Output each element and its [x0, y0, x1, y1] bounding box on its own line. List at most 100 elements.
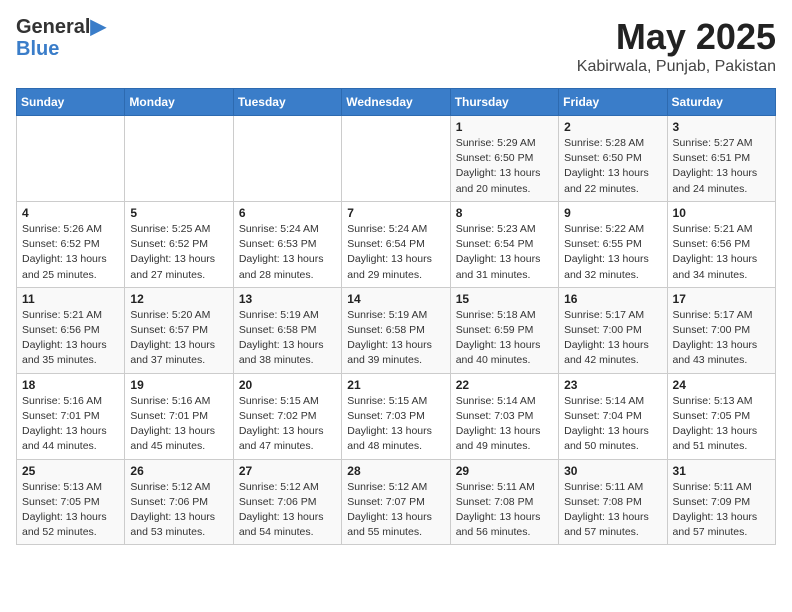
logo: General▶ Blue — [16, 16, 106, 60]
day-number: 5 — [130, 206, 227, 220]
weekday-header-thursday: Thursday — [450, 89, 558, 116]
day-detail: Sunrise: 5:27 AM Sunset: 6:51 PM Dayligh… — [673, 136, 770, 197]
day-detail: Sunrise: 5:29 AM Sunset: 6:50 PM Dayligh… — [456, 136, 553, 197]
calendar-cell: 13Sunrise: 5:19 AM Sunset: 6:58 PM Dayli… — [233, 287, 341, 373]
calendar-cell: 19 Sunrise: 5:16 AM Sunset: 7:01 PM Dayli… — [125, 373, 233, 459]
calendar-week-2: 4 Sunrise: 5:26 AM Sunset: 6:52 PM Daylig… — [17, 201, 776, 287]
day-number: 28 — [347, 464, 444, 478]
day-number: 6 — [239, 206, 336, 220]
calendar-cell — [125, 116, 233, 202]
calendar-cell: 5 Sunrise: 5:25 AM Sunset: 6:52 PM Daylig… — [125, 201, 233, 287]
calendar-cell — [233, 116, 341, 202]
day-detail: Sunrise: 5:14 AM Sunset: 7:03 PM Dayligh… — [456, 394, 553, 455]
calendar-week-3: 11Sunrise: 5:21 AM Sunset: 6:56 PM Dayli… — [17, 287, 776, 373]
calendar-cell — [17, 116, 125, 202]
day-number: 29 — [456, 464, 553, 478]
calendar-cell: 12 Sunrise: 5:20 AM Sunset: 6:57 PM Dayli… — [125, 287, 233, 373]
day-detail: Sunrise: 5:26 AM Sunset: 6:52 PM Dayligh… — [22, 222, 119, 283]
day-number: 2 — [564, 120, 661, 134]
day-number: 9 — [564, 206, 661, 220]
weekday-header-sunday: Sunday — [17, 89, 125, 116]
calendar-cell: 18 Sunrise: 5:16 AM Sunset: 7:01 PM Dayli… — [17, 373, 125, 459]
day-number: 21 — [347, 378, 444, 392]
day-detail: Sunrise: 5:13 AM Sunset: 7:05 PM Dayligh… — [673, 394, 770, 455]
day-detail: Sunrise: 5:21 AM Sunset: 6:56 PM Dayligh… — [22, 308, 119, 369]
day-number: 7 — [347, 206, 444, 220]
calendar-cell: 10Sunrise: 5:21 AM Sunset: 6:56 PM Dayli… — [667, 201, 775, 287]
day-detail: Sunrise: 5:15 AM Sunset: 7:03 PM Dayligh… — [347, 394, 444, 455]
calendar-cell: 21 Sunrise: 5:15 AM Sunset: 7:03 PM Dayli… — [342, 373, 450, 459]
day-detail: Sunrise: 5:24 AM Sunset: 6:54 PM Dayligh… — [347, 222, 444, 283]
day-detail: Sunrise: 5:13 AM Sunset: 7:05 PM Dayligh… — [22, 480, 119, 541]
day-number: 12 — [130, 292, 227, 306]
weekday-header-monday: Monday — [125, 89, 233, 116]
day-number: 4 — [22, 206, 119, 220]
day-detail: Sunrise: 5:20 AM Sunset: 6:57 PM Dayligh… — [130, 308, 227, 369]
day-number: 30 — [564, 464, 661, 478]
calendar-cell: 25Sunrise: 5:13 AM Sunset: 7:05 PM Dayli… — [17, 459, 125, 545]
calendar-cell: 20 Sunrise: 5:15 AM Sunset: 7:02 PM Dayli… — [233, 373, 341, 459]
calendar-cell: 30 Sunrise: 5:11 AM Sunset: 7:08 PM Dayli… — [559, 459, 667, 545]
weekday-header-saturday: Saturday — [667, 89, 775, 116]
calendar-cell: 11Sunrise: 5:21 AM Sunset: 6:56 PM Dayli… — [17, 287, 125, 373]
day-detail: Sunrise: 5:24 AM Sunset: 6:53 PM Dayligh… — [239, 222, 336, 283]
day-detail: Sunrise: 5:17 AM Sunset: 7:00 PM Dayligh… — [564, 308, 661, 369]
day-detail: Sunrise: 5:18 AM Sunset: 6:59 PM Dayligh… — [456, 308, 553, 369]
logo-line1: General▶ — [16, 16, 106, 38]
calendar-title: May 2025 — [577, 16, 776, 58]
weekday-header-friday: Friday — [559, 89, 667, 116]
day-detail: Sunrise: 5:16 AM Sunset: 7:01 PM Dayligh… — [130, 394, 227, 455]
calendar-cell: 9 Sunrise: 5:22 AM Sunset: 6:55 PM Daylig… — [559, 201, 667, 287]
calendar-cell: 2 Sunrise: 5:28 AM Sunset: 6:50 PM Daylig… — [559, 116, 667, 202]
day-number: 19 — [130, 378, 227, 392]
calendar-week-1: 1 Sunrise: 5:29 AM Sunset: 6:50 PM Daylig… — [17, 116, 776, 202]
calendar-cell: 14 Sunrise: 5:19 AM Sunset: 6:58 PM Dayli… — [342, 287, 450, 373]
day-detail: Sunrise: 5:21 AM Sunset: 6:56 PM Dayligh… — [673, 222, 770, 283]
title-block: May 2025 Kabirwala, Punjab, Pakistan — [577, 16, 776, 76]
calendar-cell: 6 Sunrise: 5:24 AM Sunset: 6:53 PM Daylig… — [233, 201, 341, 287]
calendar-cell: 3 Sunrise: 5:27 AM Sunset: 6:51 PM Daylig… — [667, 116, 775, 202]
day-number: 8 — [456, 206, 553, 220]
day-detail: Sunrise: 5:12 AM Sunset: 7:06 PM Dayligh… — [130, 480, 227, 541]
calendar-cell: 27 Sunrise: 5:12 AM Sunset: 7:06 PM Dayli… — [233, 459, 341, 545]
day-number: 17 — [673, 292, 770, 306]
day-detail: Sunrise: 5:11 AM Sunset: 7:09 PM Dayligh… — [673, 480, 770, 541]
calendar-cell: 16 Sunrise: 5:17 AM Sunset: 7:00 PM Dayli… — [559, 287, 667, 373]
calendar-cell: 28Sunrise: 5:12 AM Sunset: 7:07 PM Dayli… — [342, 459, 450, 545]
day-number: 18 — [22, 378, 119, 392]
calendar-cell — [342, 116, 450, 202]
calendar-cell: 7 Sunrise: 5:24 AM Sunset: 6:54 PM Daylig… — [342, 201, 450, 287]
day-detail: Sunrise: 5:16 AM Sunset: 7:01 PM Dayligh… — [22, 394, 119, 455]
day-detail: Sunrise: 5:22 AM Sunset: 6:55 PM Dayligh… — [564, 222, 661, 283]
day-number: 15 — [456, 292, 553, 306]
day-detail: Sunrise: 5:17 AM Sunset: 7:00 PM Dayligh… — [673, 308, 770, 369]
day-number: 1 — [456, 120, 553, 134]
day-detail: Sunrise: 5:25 AM Sunset: 6:52 PM Dayligh… — [130, 222, 227, 283]
day-number: 14 — [347, 292, 444, 306]
calendar-table: SundayMondayTuesdayWednesdayThursdayFrid… — [16, 88, 776, 545]
day-detail: Sunrise: 5:12 AM Sunset: 7:06 PM Dayligh… — [239, 480, 336, 541]
day-number: 22 — [456, 378, 553, 392]
day-detail: Sunrise: 5:28 AM Sunset: 6:50 PM Dayligh… — [564, 136, 661, 197]
day-number: 13 — [239, 292, 336, 306]
calendar-cell: 1 Sunrise: 5:29 AM Sunset: 6:50 PM Daylig… — [450, 116, 558, 202]
day-number: 26 — [130, 464, 227, 478]
calendar-cell: 31Sunrise: 5:11 AM Sunset: 7:09 PM Dayli… — [667, 459, 775, 545]
day-number: 27 — [239, 464, 336, 478]
calendar-week-4: 18 Sunrise: 5:16 AM Sunset: 7:01 PM Dayli… — [17, 373, 776, 459]
day-number: 16 — [564, 292, 661, 306]
page-header: General▶ Blue May 2025 Kabirwala, Punjab… — [16, 16, 776, 76]
calendar-cell: 4 Sunrise: 5:26 AM Sunset: 6:52 PM Daylig… — [17, 201, 125, 287]
day-number: 3 — [673, 120, 770, 134]
day-number: 20 — [239, 378, 336, 392]
day-detail: Sunrise: 5:19 AM Sunset: 6:58 PM Dayligh… — [347, 308, 444, 369]
calendar-cell: 24Sunrise: 5:13 AM Sunset: 7:05 PM Dayli… — [667, 373, 775, 459]
calendar-cell: 22 Sunrise: 5:14 AM Sunset: 7:03 PM Dayli… — [450, 373, 558, 459]
day-detail: Sunrise: 5:11 AM Sunset: 7:08 PM Dayligh… — [456, 480, 553, 541]
calendar-cell: 23Sunrise: 5:14 AM Sunset: 7:04 PM Dayli… — [559, 373, 667, 459]
day-detail: Sunrise: 5:11 AM Sunset: 7:08 PM Dayligh… — [564, 480, 661, 541]
day-detail: Sunrise: 5:15 AM Sunset: 7:02 PM Dayligh… — [239, 394, 336, 455]
weekday-header-tuesday: Tuesday — [233, 89, 341, 116]
calendar-cell: 29 Sunrise: 5:11 AM Sunset: 7:08 PM Dayli… — [450, 459, 558, 545]
calendar-cell: 26 Sunrise: 5:12 AM Sunset: 7:06 PM Dayli… — [125, 459, 233, 545]
